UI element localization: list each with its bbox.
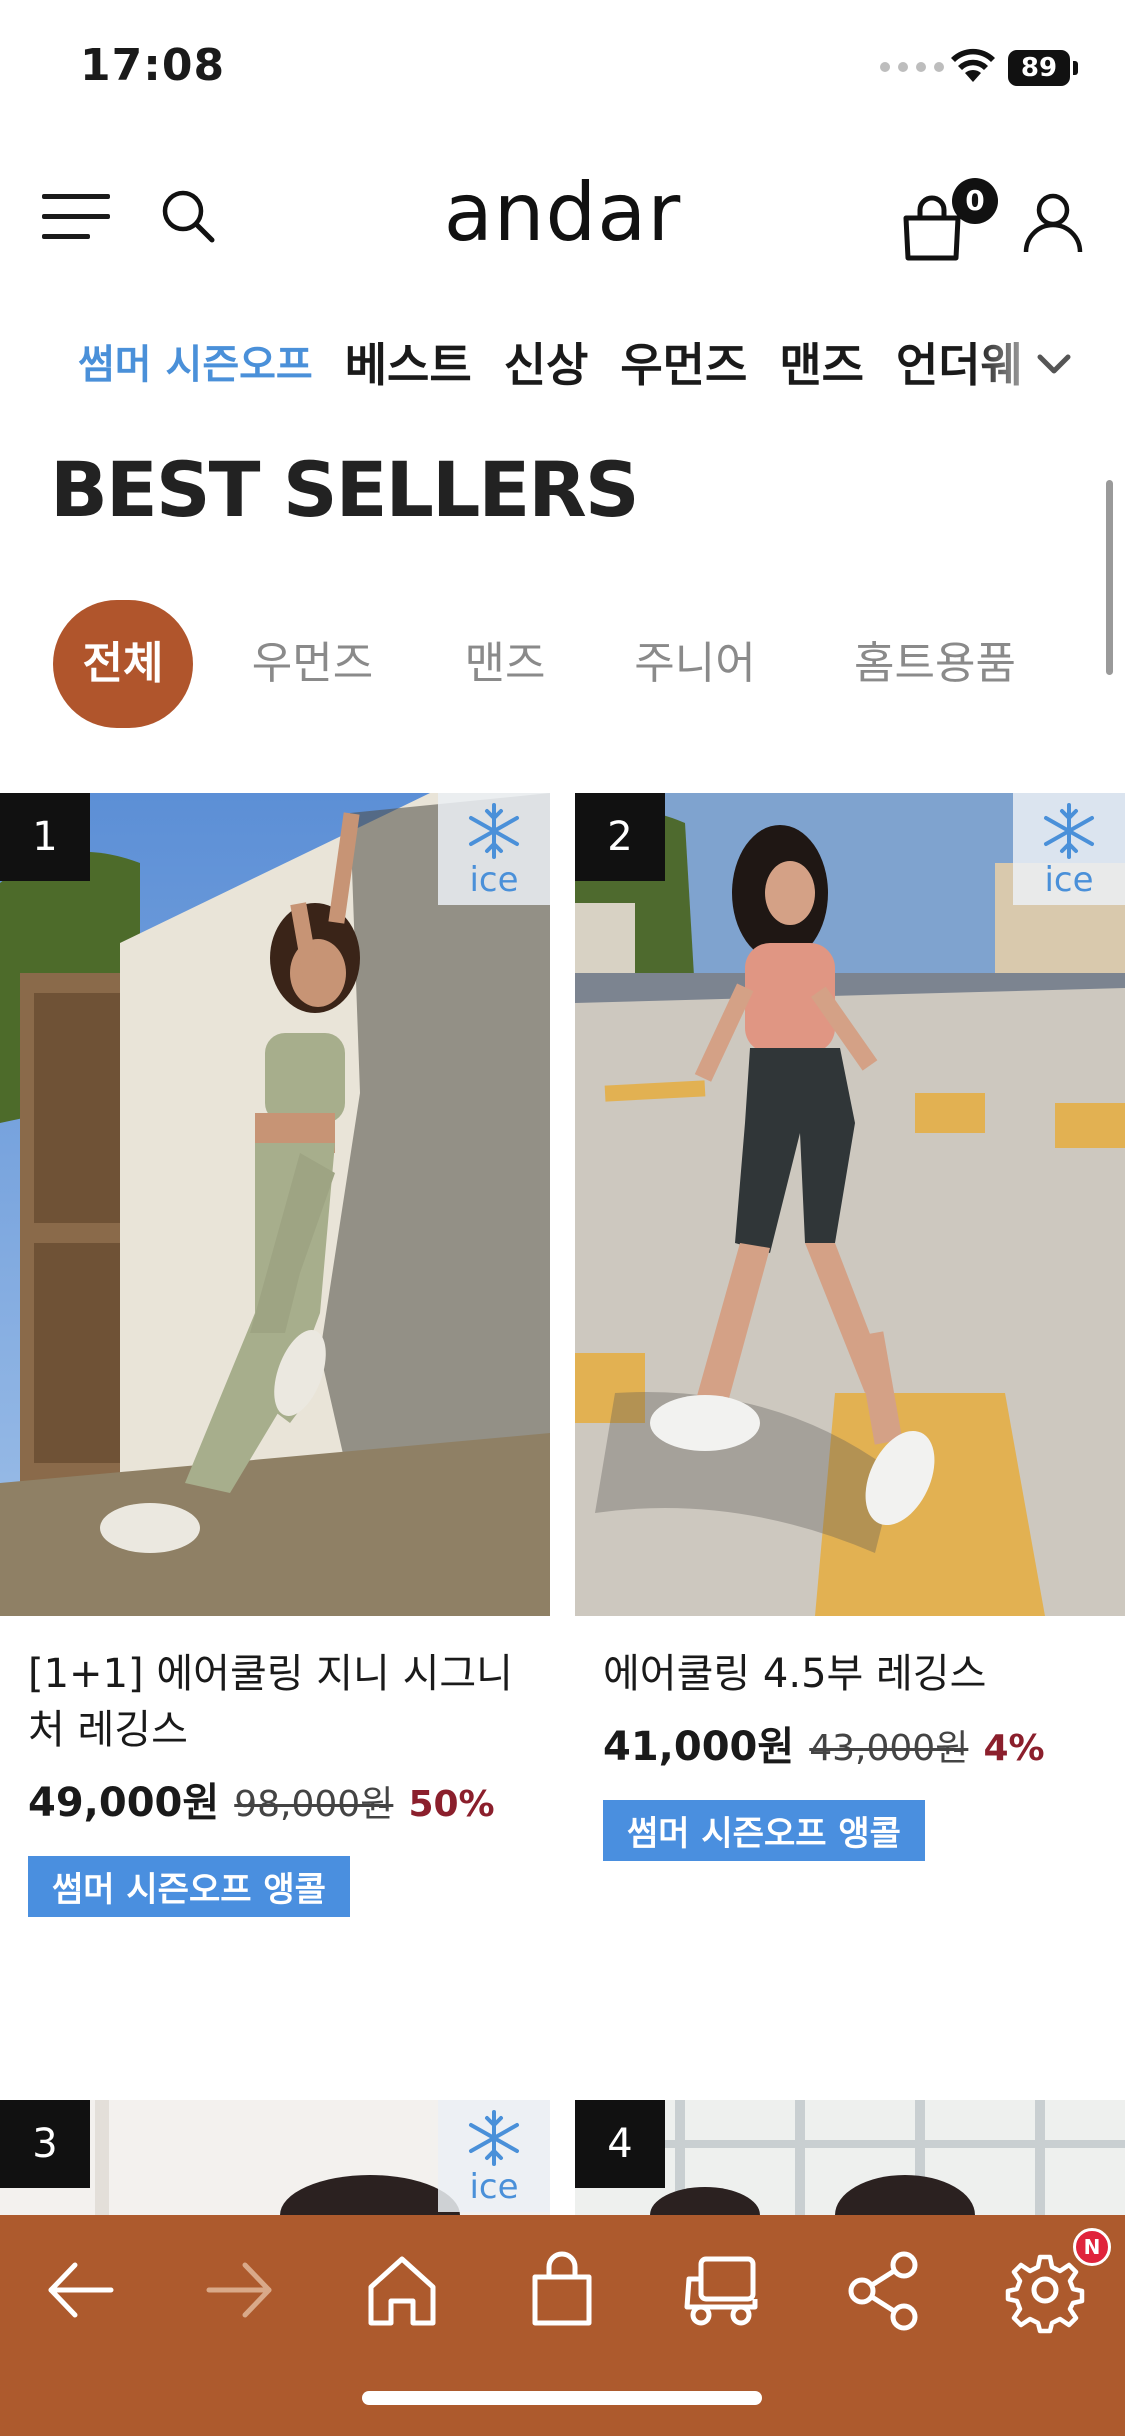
- product-card[interactable]: 2 ice 에어쿨링 4.5부 레깅스 41,000원 43,000원 4% 썸…: [575, 793, 1125, 1861]
- home-button[interactable]: [357, 2245, 447, 2335]
- ice-badge: ice: [438, 2100, 550, 2212]
- status-time: 17:08: [80, 40, 226, 91]
- tab-womens[interactable]: 우먼즈: [225, 600, 400, 728]
- user-icon[interactable]: [1018, 186, 1088, 256]
- snowflake-icon: [469, 2110, 519, 2166]
- share-button[interactable]: [840, 2245, 930, 2335]
- rank-badge: 1: [0, 793, 90, 881]
- category-new[interactable]: 신상: [504, 325, 589, 405]
- app-header: andar 0: [0, 150, 1125, 280]
- product-original-price: 43,000원: [809, 1728, 969, 1769]
- chevron-down-icon[interactable]: [1034, 345, 1074, 385]
- share-icon: [848, 2251, 918, 2331]
- product-card[interactable]: 1 ice [1+1] 에어쿨링 지니 시그니처 레깅스 49,000원 98,…: [0, 793, 550, 1917]
- promo-tag: 썸머 시즌오프 앵콜: [28, 1856, 350, 1917]
- rank-badge: 4: [575, 2100, 665, 2188]
- category-mens[interactable]: 맨즈: [779, 325, 864, 405]
- forward-arrow-icon: [206, 2262, 272, 2318]
- ice-label: ice: [469, 860, 519, 900]
- cart-button[interactable]: 0: [900, 178, 1000, 268]
- category-summer-season-off[interactable]: 썸머 시즌오프: [78, 325, 313, 405]
- back-button[interactable]: [35, 2245, 125, 2335]
- promo-tag: 썸머 시즌오프 앵콜: [603, 1800, 925, 1861]
- shopping-bag-button[interactable]: [517, 2245, 607, 2335]
- ice-badge: ice: [438, 793, 550, 905]
- shopping-bag-icon: [532, 2251, 592, 2326]
- snowflake-icon: [469, 803, 519, 859]
- notification-badge: N: [1073, 2228, 1111, 2266]
- product-image[interactable]: 1 ice: [0, 793, 550, 1616]
- ice-label: ice: [1044, 860, 1094, 900]
- product-photo-leggings: [0, 793, 550, 1616]
- battery-nub: [1073, 61, 1078, 75]
- cellular-signal-icon: [880, 62, 944, 72]
- menu-icon[interactable]: [42, 190, 112, 244]
- status-bar: 17:08 89: [0, 0, 1125, 140]
- ice-badge: ice: [1013, 793, 1125, 905]
- product-prices: 41,000원 43,000원 4%: [603, 1714, 1097, 1772]
- product-discount: 50%: [408, 1784, 495, 1825]
- delivery-truck-icon: [684, 2256, 758, 2326]
- ice-label: ice: [469, 2167, 519, 2207]
- category-nav: 썸머 시즌오프 베스트 신상 우먼즈 맨즈 언더웨: [0, 325, 1125, 405]
- product-price: 41,000원: [603, 1724, 795, 1770]
- search-icon[interactable]: [158, 186, 218, 246]
- forward-button[interactable]: [195, 2245, 285, 2335]
- rank-badge: 2: [575, 793, 665, 881]
- product-image[interactable]: 2 ice: [575, 793, 1125, 1616]
- product-original-price: 98,000원: [234, 1784, 394, 1825]
- tab-all[interactable]: 전체: [53, 600, 193, 728]
- filter-tabs: 전체 우먼즈 맨즈 주니어 홈트용품: [0, 600, 1125, 730]
- wifi-icon: [951, 48, 995, 82]
- tab-junior[interactable]: 주니어: [610, 600, 780, 728]
- snowflake-icon: [1044, 803, 1094, 859]
- back-arrow-icon: [48, 2262, 114, 2318]
- product-name[interactable]: 에어쿨링 4.5부 레깅스: [603, 1646, 1097, 1702]
- category-best[interactable]: 베스트: [345, 325, 472, 405]
- tab-home-training[interactable]: 홈트용품: [825, 600, 1045, 728]
- product-card[interactable]: 4: [575, 2100, 1125, 2215]
- product-prices: 49,000원 98,000원 50%: [28, 1770, 522, 1828]
- product-discount: 4%: [983, 1728, 1045, 1769]
- home-indicator[interactable]: [362, 2391, 762, 2405]
- cart-count-badge: 0: [952, 178, 998, 224]
- tab-mens[interactable]: 맨즈: [440, 600, 570, 728]
- product-price: 49,000원: [28, 1780, 220, 1826]
- product-card[interactable]: 3 ice: [0, 2100, 550, 2215]
- category-womens[interactable]: 우먼즈: [620, 325, 747, 405]
- battery-icon: 89: [1008, 50, 1070, 86]
- rank-badge: 3: [0, 2100, 90, 2188]
- product-photo-short-leggings: [575, 793, 1125, 1616]
- delivery-button[interactable]: [677, 2245, 767, 2335]
- home-icon: [368, 2256, 436, 2326]
- brand-logo[interactable]: andar: [400, 168, 725, 258]
- product-name[interactable]: [1+1] 에어쿨링 지니 시그니처 레깅스: [28, 1646, 522, 1758]
- section-title: BEST SELLERS: [50, 445, 640, 534]
